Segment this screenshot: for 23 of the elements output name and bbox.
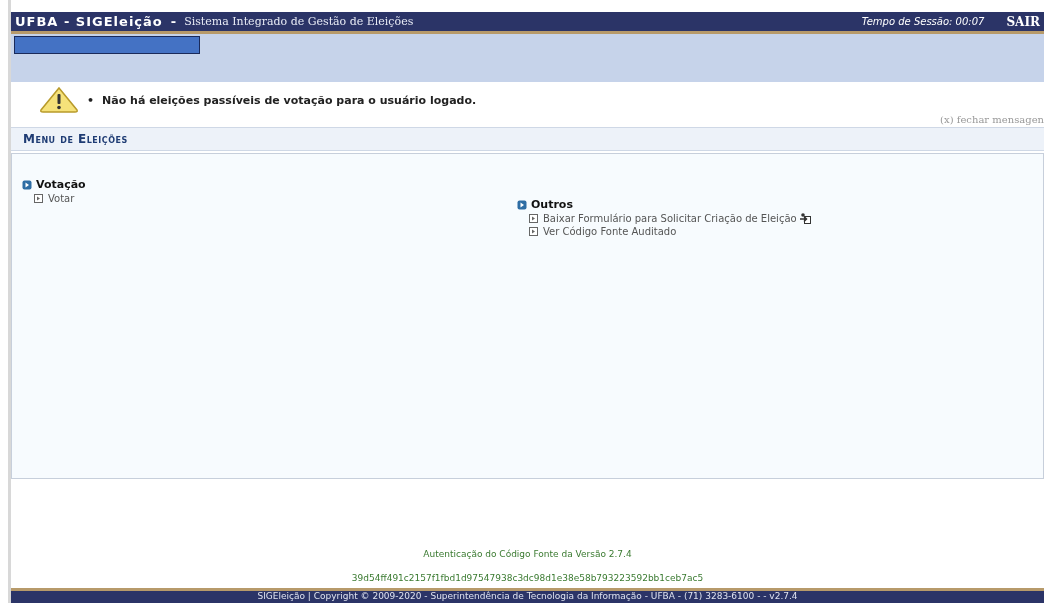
play-square-icon [34, 194, 43, 203]
menu-link[interactable]: Ver Código Fonte Auditado [543, 226, 677, 237]
copyright-text: SIGEleição | Copyright © 2009-2020 - Superintendência de Tecnologia da Informação - UFBA - (71) 3283-6100 - - v2.7.4 [257, 591, 798, 601]
session-timer: Tempo de Sessão: 00:07 [861, 16, 985, 27]
menu-title: Menu de Eleições [23, 132, 128, 146]
title-separator: - [170, 14, 177, 29]
menu-group-title: Votação [36, 178, 86, 191]
play-square-icon [529, 214, 538, 223]
menu-group-title: Outros [531, 198, 573, 211]
play-square-icon [529, 227, 538, 236]
logout-link[interactable]: SAIR [1006, 14, 1040, 29]
warning-icon [39, 86, 79, 114]
system-name: UFBA - SIGEleição [15, 14, 163, 29]
source-auth-label: Autenticação do Código Fonte da Versão 2.7.4 [423, 549, 632, 559]
source-hash: 39d54ff491c2157f1fbd1d97547938c3dc98d1e38e58b793223592bb1ceb7ac5 [351, 573, 704, 583]
warning-message: Não há eleições passíveis de votação para o usuário logado. [102, 93, 477, 107]
message-bullet: • [87, 93, 95, 107]
menu-link[interactable]: Baixar Formulário para Solicitar Criação de Eleição [543, 213, 811, 224]
menu-link[interactable]: Votar [48, 193, 75, 204]
play-square-icon [517, 199, 527, 210]
system-subtitle: Sistema Integrado de Gestão de Eleições [184, 15, 415, 28]
external-link-icon [799, 213, 811, 224]
play-square-icon [22, 179, 32, 190]
